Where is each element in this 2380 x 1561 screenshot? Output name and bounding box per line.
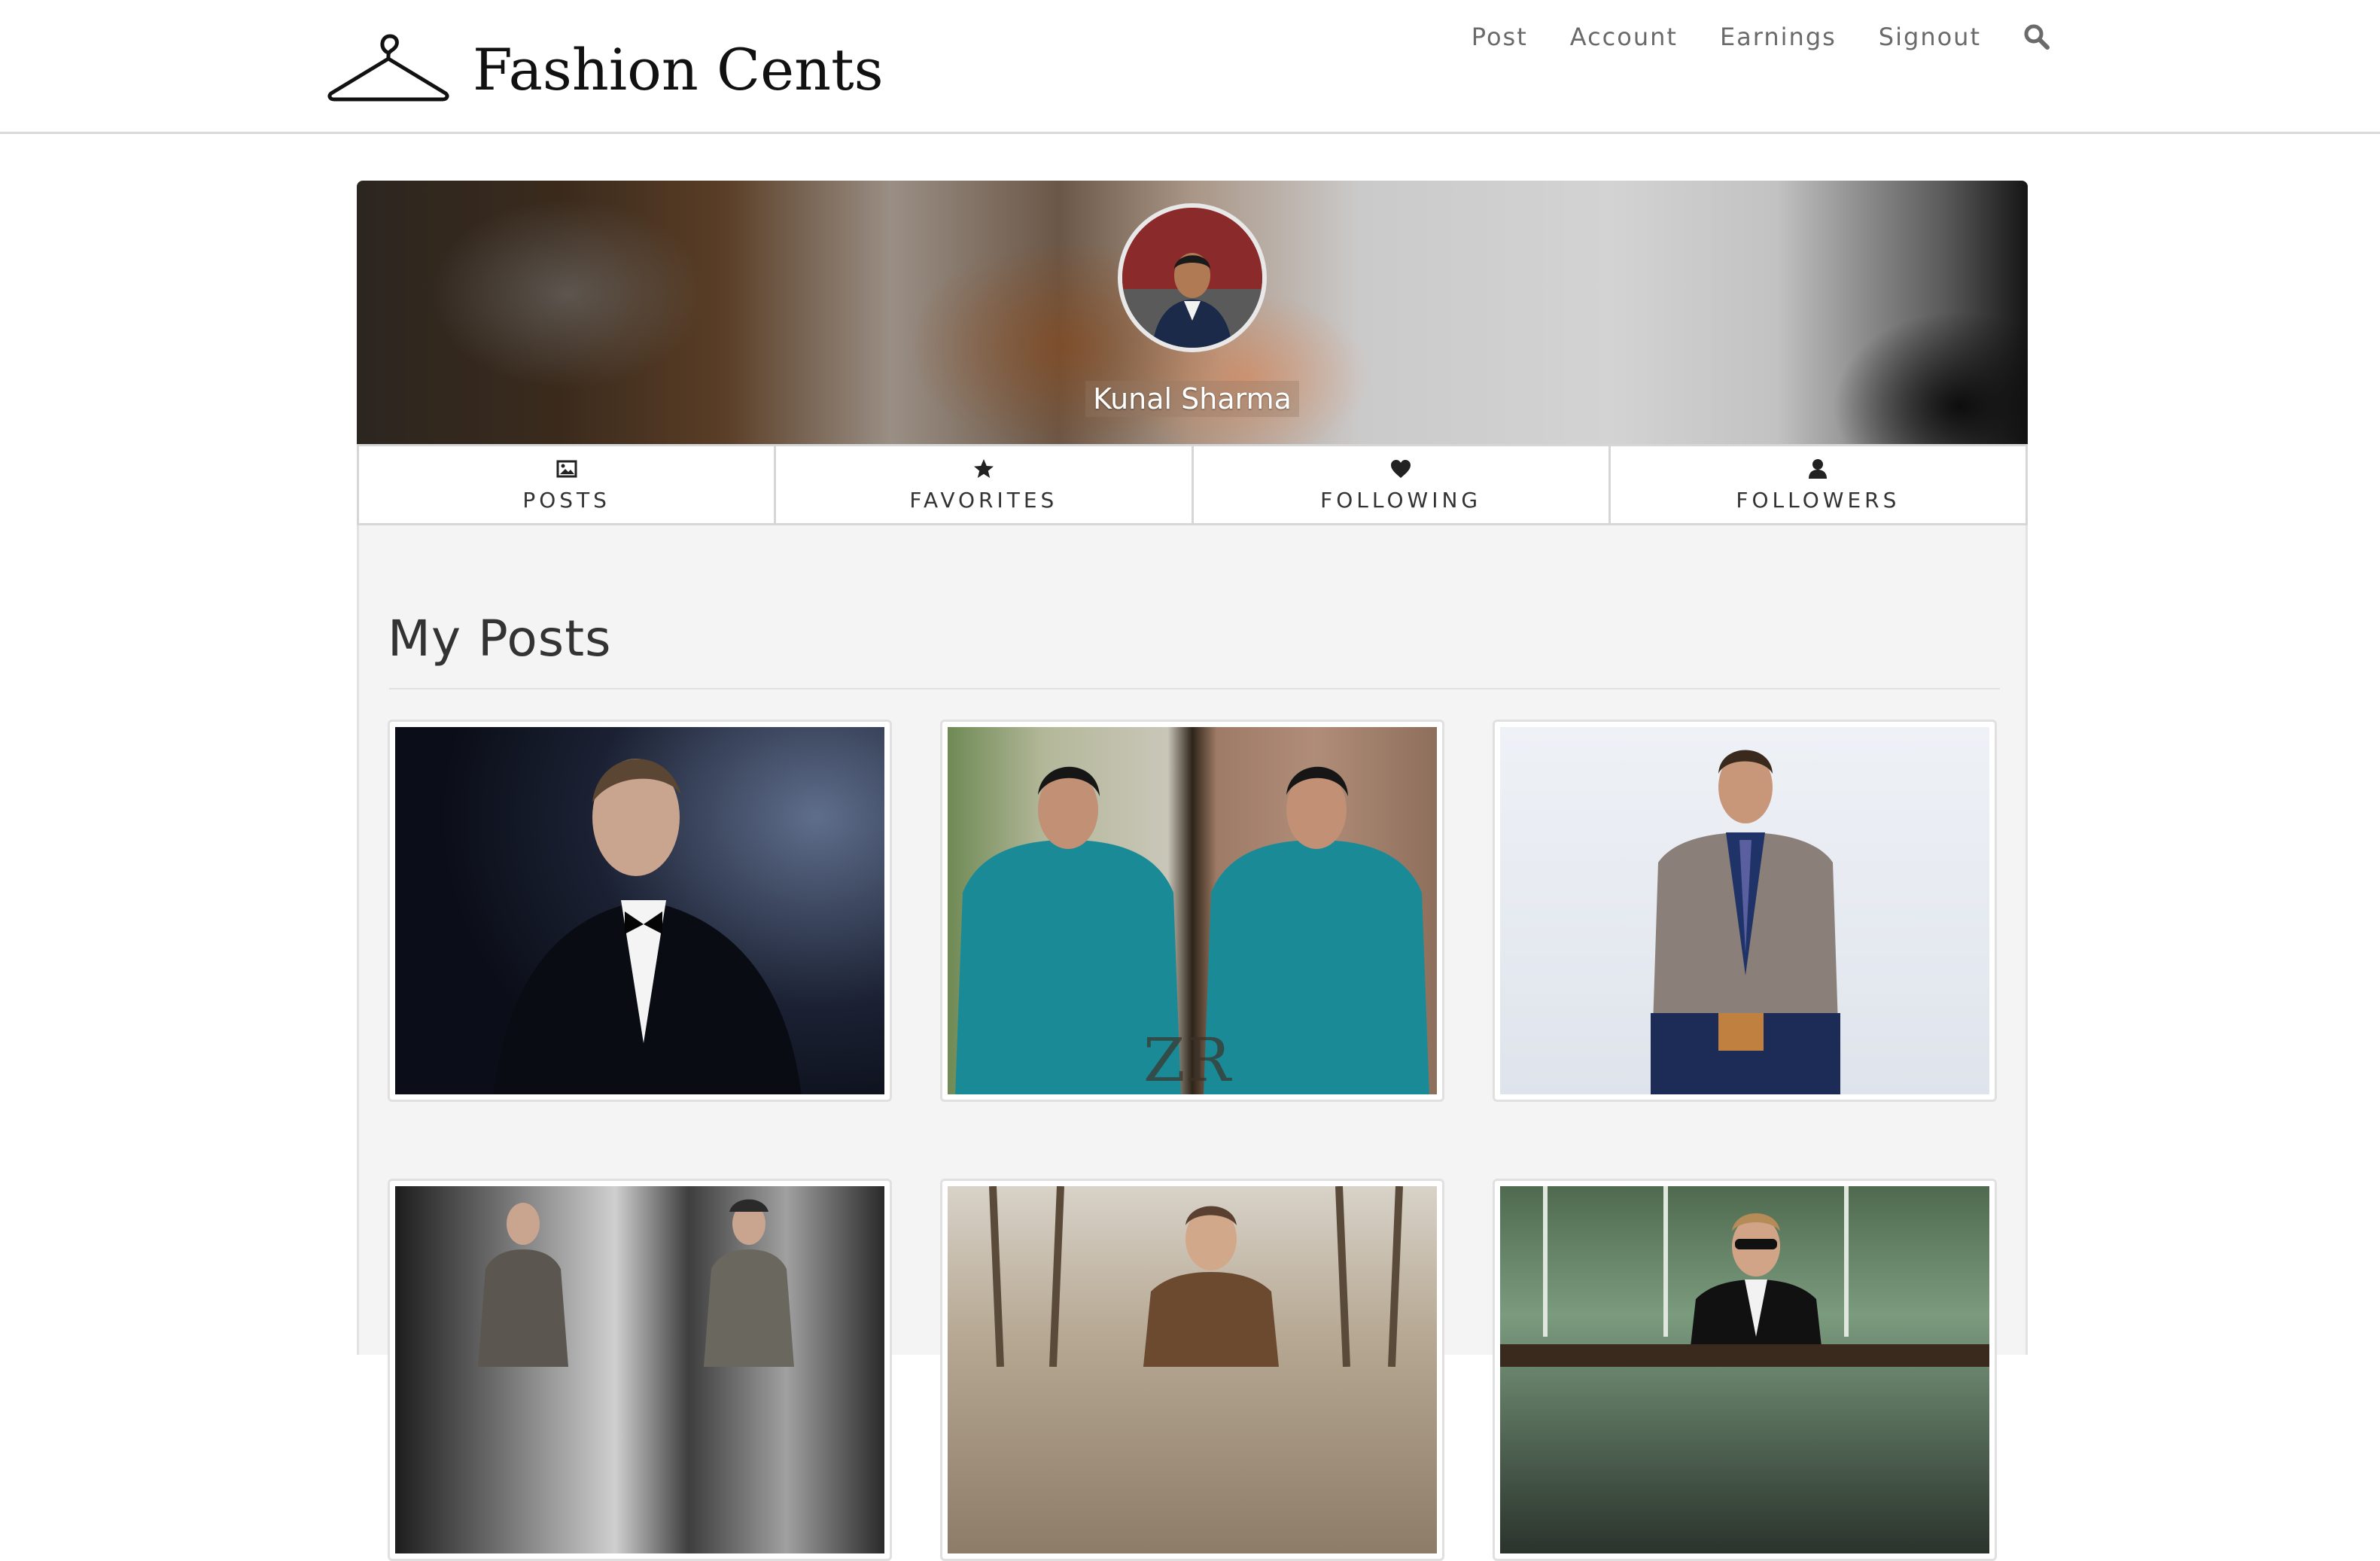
- profile-tabs: POSTS FAVORITES FOLLOWING FOLLOWERS: [357, 444, 2028, 525]
- main-nav: Post Account Earnings Signout: [1429, 18, 2050, 56]
- posts-section: My Posts ZR: [357, 525, 2028, 1561]
- profile-banner: Kunal Sharma: [357, 181, 2028, 444]
- section-divider: [389, 688, 2000, 689]
- avatar-portrait: [1122, 208, 1262, 348]
- post-image-art: [1500, 1186, 1989, 1367]
- tab-favorites[interactable]: FAVORITES: [774, 444, 1194, 525]
- post-card[interactable]: [388, 1179, 892, 1561]
- tab-favorites-label: FAVORITES: [909, 487, 1058, 513]
- post-image: [948, 1186, 1437, 1553]
- star-icon: [973, 458, 994, 478]
- nav-signout[interactable]: Signout: [1879, 23, 1981, 51]
- post-card[interactable]: ZR: [940, 720, 1444, 1102]
- top-header: Fashion Cents Post Account Earnings Sign…: [0, 0, 2380, 134]
- post-image-art: [478, 1199, 794, 1367]
- search-icon[interactable]: [2023, 23, 2050, 50]
- post-card[interactable]: [1493, 1179, 1997, 1561]
- tab-posts-label: POSTS: [522, 487, 610, 513]
- hanger-icon: [327, 34, 449, 102]
- post-image: [395, 727, 884, 1094]
- post-card[interactable]: [1493, 720, 1997, 1102]
- avatar[interactable]: [1118, 203, 1267, 352]
- profile-name: Kunal Sharma: [357, 381, 2028, 417]
- tab-following-label: FOLLOWING: [1320, 487, 1482, 513]
- nav-account[interactable]: Account: [1570, 23, 1678, 51]
- heart-icon: [1391, 459, 1411, 478]
- post-image-art: [493, 759, 802, 1094]
- post-card[interactable]: [388, 720, 892, 1102]
- tab-following[interactable]: FOLLOWING: [1191, 444, 1611, 525]
- post-image: [395, 1186, 884, 1553]
- image-icon: [556, 460, 577, 477]
- tab-posts[interactable]: POSTS: [357, 444, 777, 525]
- nav-post[interactable]: Post: [1472, 23, 1528, 51]
- tab-followers[interactable]: FOLLOWERS: [1608, 444, 2028, 525]
- post-image-art: ZR: [955, 766, 1429, 1094]
- post-image-art: [1651, 750, 1840, 1094]
- site-logo[interactable]: Fashion Cents: [327, 30, 884, 105]
- svg-text:ZR: ZR: [1143, 1025, 1233, 1094]
- page-title: My Posts: [388, 610, 612, 668]
- nav-earnings[interactable]: Earnings: [1720, 23, 1837, 51]
- post-image: [1500, 1186, 1989, 1553]
- user-icon: [1809, 458, 1828, 479]
- post-image-art: [989, 1186, 1403, 1368]
- post-card[interactable]: [940, 1179, 1444, 1561]
- post-image: ZR: [948, 727, 1437, 1094]
- logo-text: Fashion Cents: [473, 36, 884, 103]
- post-image: [1500, 727, 1989, 1094]
- tab-followers-label: FOLLOWERS: [1736, 487, 1901, 513]
